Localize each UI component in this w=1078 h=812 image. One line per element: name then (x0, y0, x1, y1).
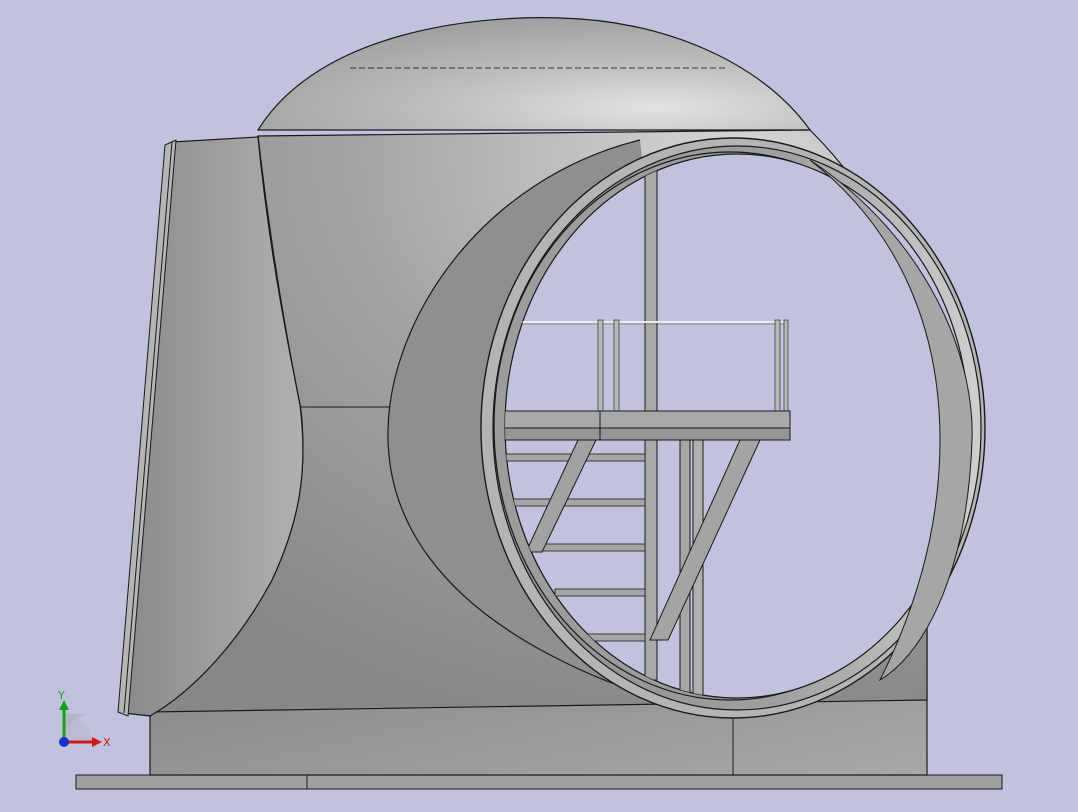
z-axis-dot (59, 737, 69, 747)
platform-deck (505, 410, 791, 441)
view-triad[interactable]: Y X (57, 689, 111, 749)
y-axis-label: Y (57, 689, 65, 702)
dome-top (256, 17, 812, 131)
cad-viewport[interactable]: Y X (0, 0, 1078, 808)
x-axis-label: X (103, 736, 111, 749)
model-view[interactable]: Y X (0, 0, 1078, 808)
base-plate (75, 774, 1003, 790)
